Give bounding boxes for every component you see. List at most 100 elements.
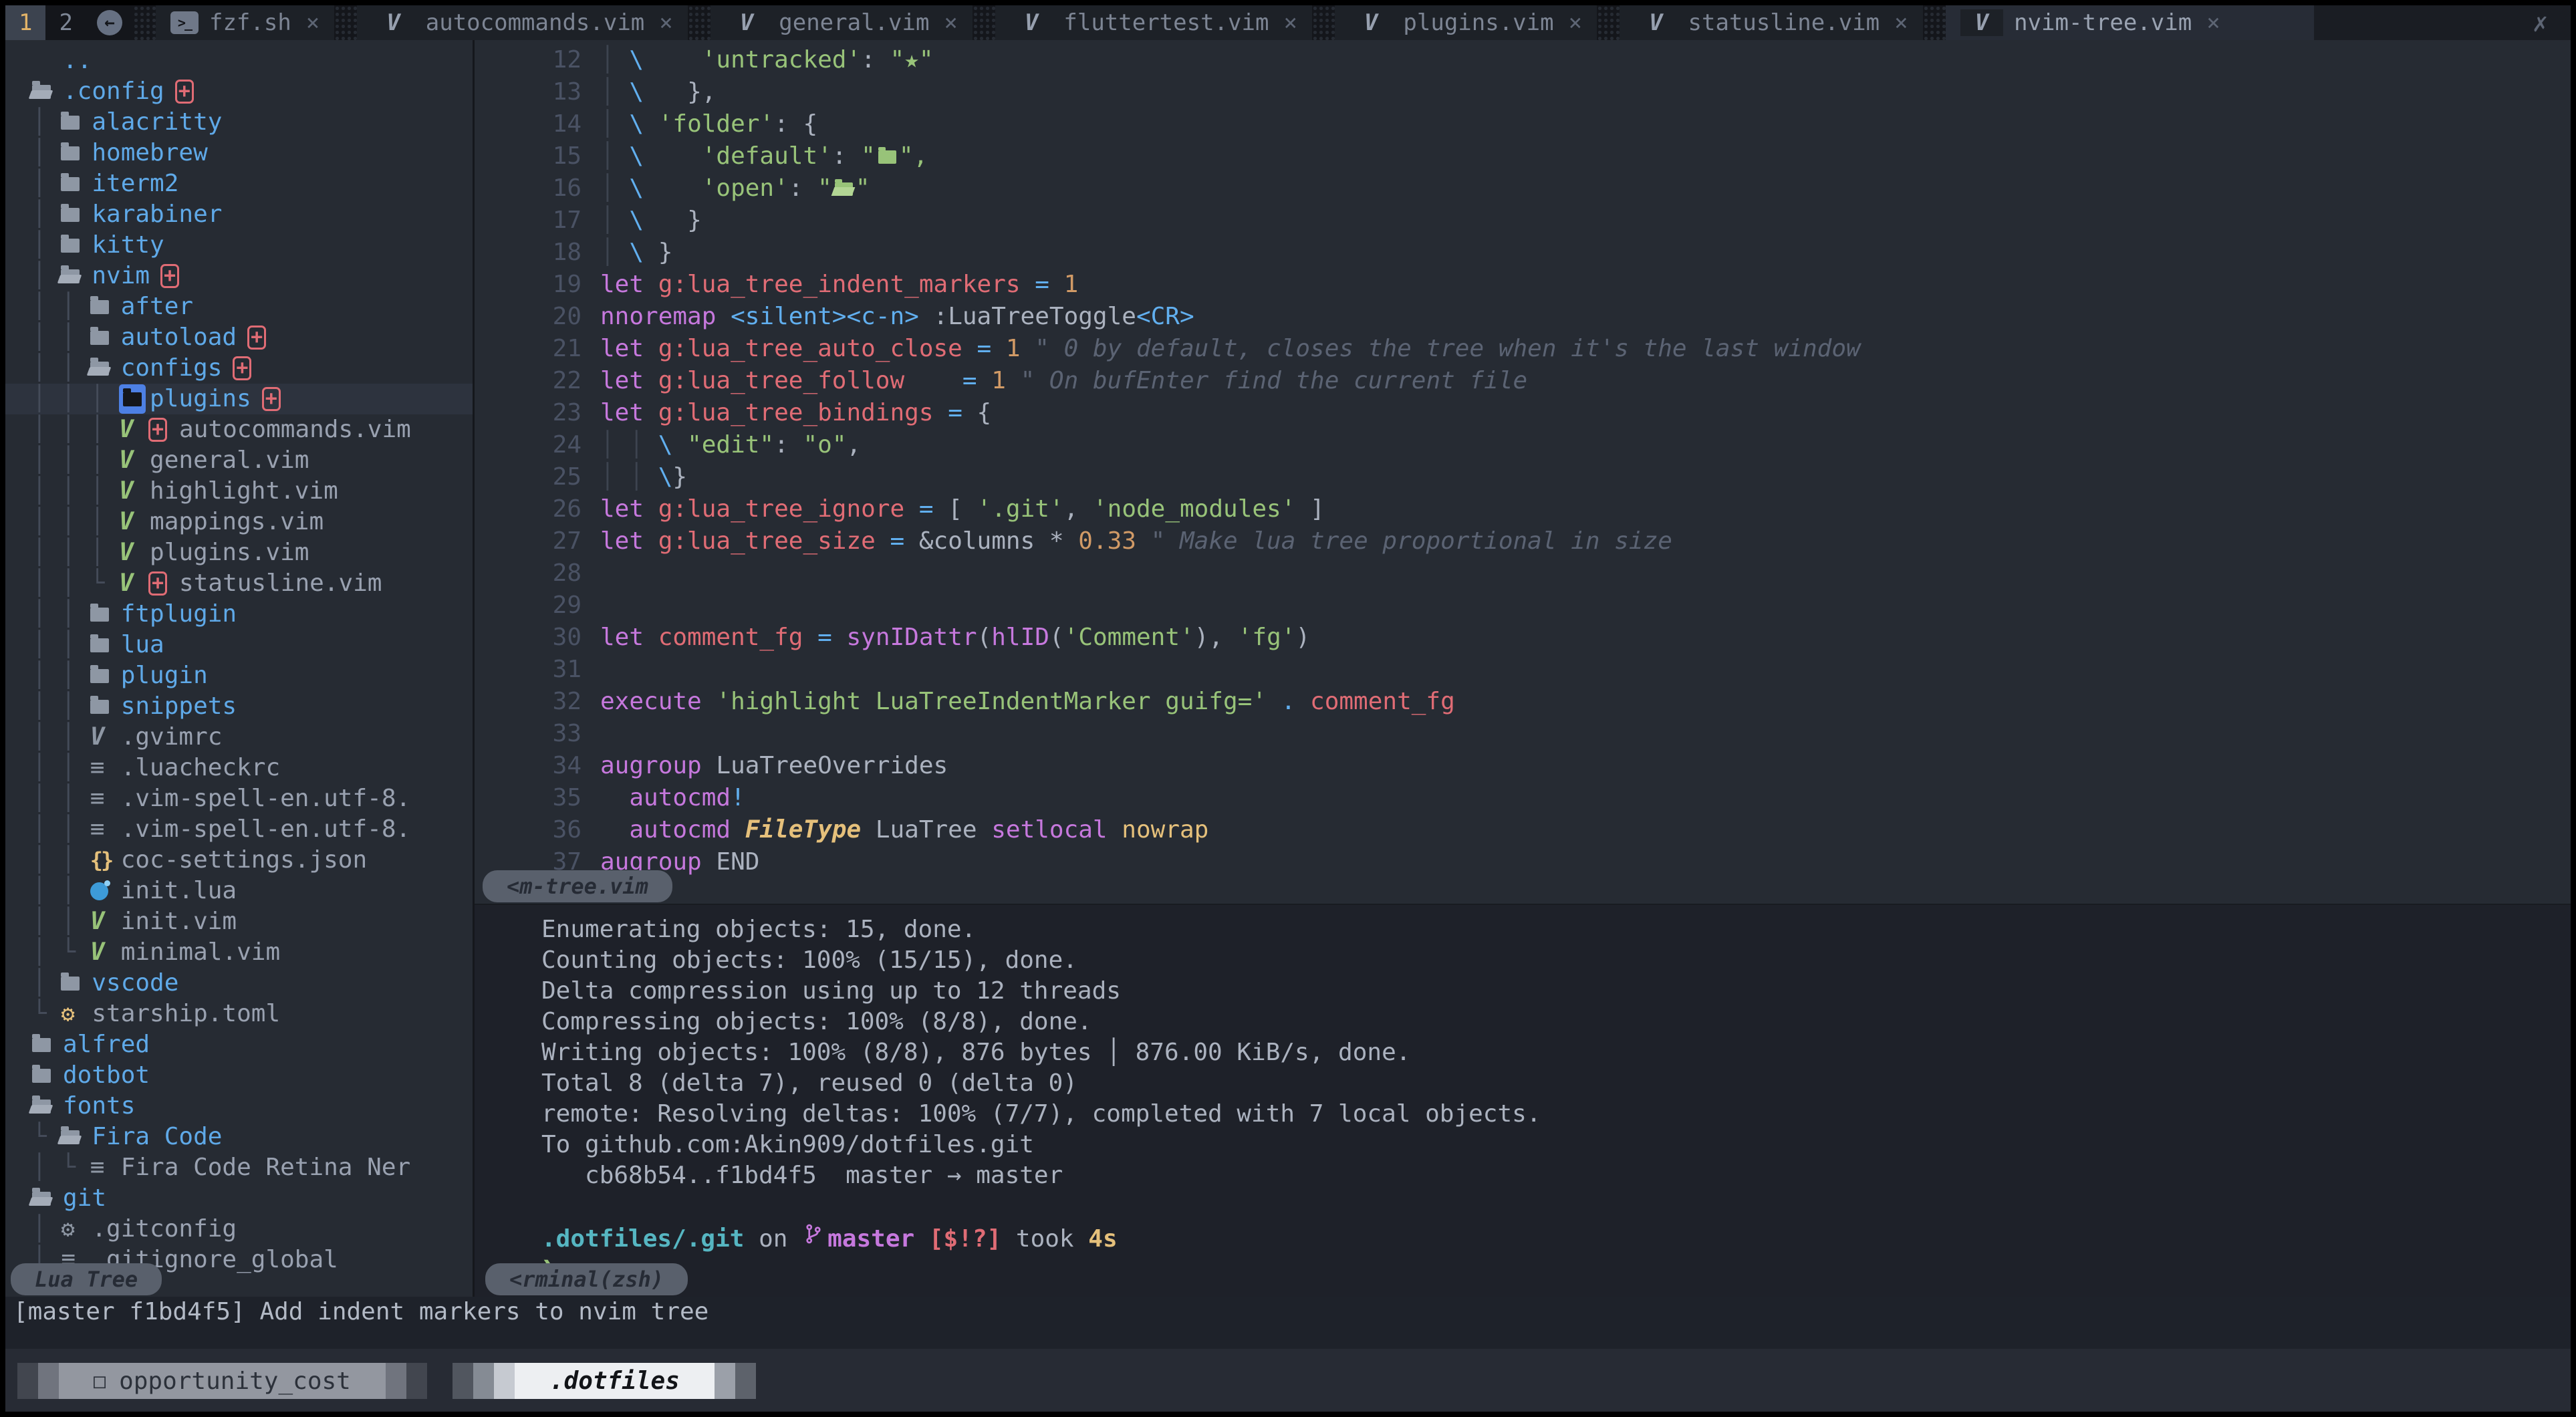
tab-fluttertest.vim[interactable]: Vfluttertest.vim× xyxy=(995,5,1312,40)
tree-row-after[interactable]: │ │ after xyxy=(32,291,473,322)
code-line[interactable]: 19let g:lua_tree_indent_markers = 1 xyxy=(475,269,2571,301)
code-line[interactable]: 22let g:lua_tree_follow = 1 " On bufEnte… xyxy=(475,365,2571,397)
tab-separator xyxy=(973,5,995,40)
tmux-window-opportunity_cost[interactable]: □opportunity_cost xyxy=(17,1363,427,1399)
code-line[interactable]: 27let g:lua_tree_size = &columns * 0.33 … xyxy=(475,525,2571,557)
code-line[interactable]: 18│ \ } xyxy=(475,237,2571,269)
code-line[interactable]: 31 xyxy=(475,654,2571,686)
code-line[interactable]: 25│ │ \} xyxy=(475,461,2571,493)
tree-row-autocommands.vim[interactable]: │ │ │ V+autocommands.vim xyxy=(32,414,473,445)
editor-pane[interactable]: 12│ \ 'untracked': "★"13│ \ },14│ \ 'fol… xyxy=(475,40,2571,904)
line-number: 35 xyxy=(475,782,582,814)
tree-row-autoload[interactable]: │ │ autoload+ xyxy=(32,322,473,353)
line-number: 13 xyxy=(475,76,582,108)
code-line[interactable]: 36 autocmd FileType LuaTree setlocal now… xyxy=(475,814,2571,846)
code-line[interactable]: 20nnoremap <silent><c-n> :LuaTreeToggle<… xyxy=(475,301,2571,333)
tree-row-coc-settings.json[interactable]: │ │ {}coc-settings.json xyxy=(32,845,473,876)
tab-plugins.vim[interactable]: Vplugins.vim× xyxy=(1335,5,1597,40)
terminal-line xyxy=(541,1191,2571,1222)
code-line[interactable]: 35 autocmd! xyxy=(475,782,2571,814)
tree-row-mappings.vim[interactable]: │ │ │ Vmappings.vim xyxy=(32,507,473,537)
tree-row-.luacheckrc[interactable]: │ │ ≡.luacheckrc xyxy=(32,753,473,783)
tree-row-plugins.vim[interactable]: │ │ │ Vplugins.vim xyxy=(32,537,473,568)
segment-fade xyxy=(17,1363,38,1399)
code-line[interactable]: 15│ \ 'default': "", xyxy=(475,140,2571,172)
tree-row-highlight.vim[interactable]: │ │ │ Vhighlight.vim xyxy=(32,476,473,507)
tree-row-.vim-spell-en.utf-8.[interactable]: │ │ ≡.vim-spell-en.utf-8. xyxy=(32,814,473,845)
tab-close-icon[interactable]: × xyxy=(1283,9,1297,36)
code-line[interactable]: 21let g:lua_tree_auto_close = 1 " 0 by d… xyxy=(475,333,2571,365)
tree-row-.gvimrc[interactable]: │ │ V.gvimrc xyxy=(32,722,473,753)
line-number: 33 xyxy=(475,718,582,750)
tab-fzf.sh[interactable]: >_fzf.sh× xyxy=(156,5,334,40)
close-window-icon[interactable]: ✗ xyxy=(2510,5,2571,40)
code-line[interactable]: 24│ │ \ "edit": "o", xyxy=(475,429,2571,461)
code-line[interactable]: 34augroup LuaTreeOverrides xyxy=(475,750,2571,782)
terminal-pane[interactable]: Enumerating objects: 15, done.Counting o… xyxy=(475,904,2571,1297)
tab-separator xyxy=(1923,5,1946,40)
tree-row-alfred[interactable]: alfred xyxy=(32,1029,473,1060)
tree-indent-lines: │ │ xyxy=(32,660,90,691)
code-line[interactable]: 37augroup END xyxy=(475,846,2571,878)
tree-row-git[interactable]: git xyxy=(32,1183,473,1214)
tree-row-snippets[interactable]: │ │ snippets xyxy=(32,691,473,722)
tree-row-.vim-spell-en.utf-8.[interactable]: │ │ ≡.vim-spell-en.utf-8. xyxy=(32,783,473,814)
tmux-window-number-2[interactable]: 2 xyxy=(45,5,86,40)
tree-icon-cell xyxy=(61,177,90,191)
tree-row-configs[interactable]: │ │ configs+ xyxy=(32,353,473,384)
tab-autocommands.vim[interactable]: Vautocommands.vim× xyxy=(357,5,687,40)
back-arrow-icon[interactable]: ← xyxy=(97,10,122,35)
tree-row-ftplugin[interactable]: │ │ ftplugin xyxy=(32,599,473,630)
tree-row-init.lua[interactable]: │ │ init.lua xyxy=(32,876,473,906)
tree-row-plugin[interactable]: │ │ plugin xyxy=(32,660,473,691)
tree-row-fonts[interactable]: fonts xyxy=(32,1091,473,1122)
code-line[interactable]: 30let comment_fg = synIDattr(hlID('Comme… xyxy=(475,622,2571,654)
folder-open-icon xyxy=(32,85,51,99)
code-line[interactable]: 33 xyxy=(475,718,2571,750)
code-line[interactable]: 12│ \ 'untracked': "★" xyxy=(475,44,2571,76)
tree-row-lua[interactable]: │ │ lua xyxy=(32,630,473,660)
tree-row-.config[interactable]: .config+ xyxy=(32,76,473,107)
tree-row-starship.toml[interactable]: └ ⚙starship.toml xyxy=(32,999,473,1029)
code-line[interactable]: 14│ \ 'folder': { xyxy=(475,108,2571,140)
code-line[interactable]: 23let g:lua_tree_bindings = { xyxy=(475,397,2571,429)
code-line[interactable]: 17│ \ } xyxy=(475,205,2571,237)
code-line[interactable]: 13│ \ }, xyxy=(475,76,2571,108)
tree-row-alacritty[interactable]: │ alacritty xyxy=(32,107,473,138)
tab-statusline.vim[interactable]: Vstatusline.vim× xyxy=(1620,5,1923,40)
tmux-window-.dotfiles[interactable]: .dotfiles xyxy=(453,1363,756,1399)
tab-close-icon[interactable]: × xyxy=(659,9,672,36)
tree-row-iterm2[interactable]: │ iterm2 xyxy=(32,168,473,199)
tree-row-plugins[interactable]: │ │ │ plugins+ xyxy=(5,384,473,414)
tree-row-nvim[interactable]: │ nvim+ xyxy=(32,261,473,291)
tree-row-vscode[interactable]: │ vscode xyxy=(32,968,473,999)
tab-close-icon[interactable]: × xyxy=(1569,9,1582,36)
tree-row-statusline.vim[interactable]: │ │ └ V+statusline.vim xyxy=(32,568,473,599)
code-line[interactable]: 16│ \ 'open': "" xyxy=(475,172,2571,205)
folder-open-icon xyxy=(90,362,109,376)
tree-row-Fira Code Retina Ner[interactable]: │ └ ≡Fira Code Retina Ner xyxy=(32,1152,473,1183)
code-line[interactable]: 32execute 'highlight LuaTreeIndentMarker… xyxy=(475,686,2571,718)
tab-close-icon[interactable]: × xyxy=(944,9,957,36)
tree-row-karabiner[interactable]: │ karabiner xyxy=(32,199,473,230)
tab-general.vim[interactable]: Vgeneral.vim× xyxy=(711,5,973,40)
tab-close-icon[interactable]: × xyxy=(1894,9,1908,36)
tree-row-general.vim[interactable]: │ │ │ Vgeneral.vim xyxy=(32,445,473,476)
code-line[interactable]: 28 xyxy=(475,557,2571,590)
tab-close-icon[interactable]: × xyxy=(2206,9,2220,36)
tree-row-.gitconfig[interactable]: │ ⚙.gitconfig xyxy=(32,1214,473,1245)
tmux-window-number-1[interactable]: 1 xyxy=(5,5,45,40)
tree-row-homebrew[interactable]: │ homebrew xyxy=(32,138,473,168)
tree-item-label: .gvimrc xyxy=(121,722,223,753)
tree-row-kitty[interactable]: │ kitty xyxy=(32,230,473,261)
tree-row-init.vim[interactable]: │ │ Vinit.vim xyxy=(32,906,473,937)
tree-row-dotbot[interactable]: dotbot xyxy=(32,1060,473,1091)
tree-row-minimal.vim[interactable]: │ └ Vminimal.vim xyxy=(32,937,473,968)
tree-row-Fira Code[interactable]: └ Fira Code xyxy=(32,1122,473,1152)
code-line[interactable]: 29 xyxy=(475,590,2571,622)
code-line[interactable]: 26let g:lua_tree_ignore = [ '.git', 'nod… xyxy=(475,493,2571,525)
tree-row-..[interactable]: .. xyxy=(32,45,473,76)
tab-nvim-tree.vim[interactable]: Vnvim-tree.vim× xyxy=(1946,5,2314,40)
tab-close-icon[interactable]: × xyxy=(306,9,319,36)
tab-label: fzf.sh xyxy=(209,9,291,36)
